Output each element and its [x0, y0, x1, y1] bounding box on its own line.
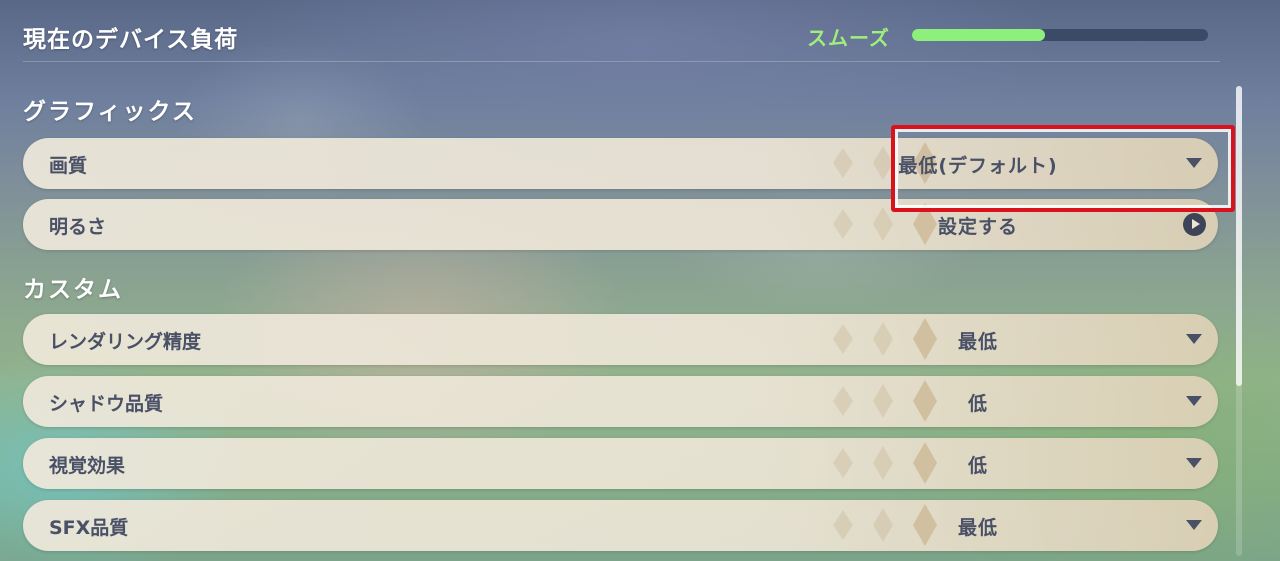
scrollbar[interactable] — [1236, 86, 1242, 556]
section-title-graphics: グラフィックス — [23, 99, 197, 125]
setting-label: シャドウ品質 — [49, 393, 164, 415]
scrollbar-thumb[interactable] — [1236, 86, 1242, 386]
setting-label: 画質 — [49, 155, 88, 177]
device-load-status: スムーズ — [807, 26, 890, 50]
setting-row-shadow-quality[interactable]: シャドウ品質 低 — [23, 376, 1218, 427]
setting-row-sfx-quality[interactable]: SFX品質 最低 — [23, 500, 1218, 551]
section-title-custom: カスタム — [23, 277, 123, 303]
setting-row-visual-effects[interactable]: 視覚効果 低 — [23, 438, 1218, 489]
page-title: 現在のデバイス負荷 — [23, 27, 239, 53]
chevron-down-icon[interactable] — [1186, 334, 1202, 344]
chevron-down-icon[interactable] — [1186, 520, 1202, 530]
setting-value-dropdown[interactable]: 低 — [848, 389, 1108, 416]
chevron-down-icon[interactable] — [1186, 396, 1202, 406]
setting-label: SFX品質 — [49, 517, 129, 539]
highlight-annotation-box — [891, 125, 1235, 212]
setting-value-dropdown[interactable]: 低 — [848, 451, 1108, 478]
setting-value-dropdown[interactable]: 最低 — [848, 327, 1108, 354]
arrow-right-circle-icon[interactable] — [1183, 213, 1206, 236]
device-load-bar — [912, 29, 1208, 41]
setting-value-link[interactable]: 設定する — [848, 212, 1108, 239]
setting-row-render-resolution[interactable]: レンダリング精度 最低 — [23, 314, 1218, 365]
setting-value-dropdown[interactable]: 最低 — [848, 513, 1108, 540]
setting-label: 明るさ — [49, 216, 107, 238]
chevron-down-icon[interactable] — [1186, 458, 1202, 468]
setting-label: 視覚効果 — [49, 455, 126, 477]
setting-label: レンダリング精度 — [49, 331, 202, 353]
device-load-header: 現在のデバイス負荷 スムーズ — [23, 18, 1220, 62]
device-load-bar-fill — [912, 29, 1046, 41]
